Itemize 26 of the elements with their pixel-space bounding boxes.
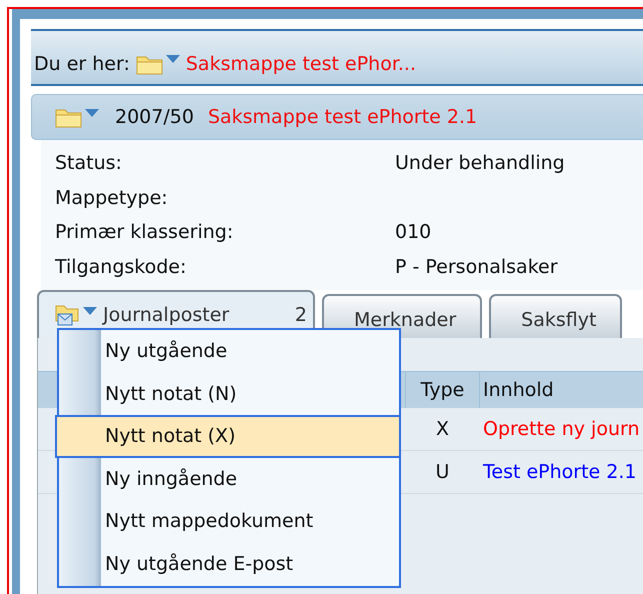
menu-item[interactable]: Ny inngående	[57, 458, 399, 500]
field-label: Primær klassering:	[55, 221, 234, 244]
count-label: 2	[294, 304, 307, 326]
caret-icon[interactable]	[85, 108, 99, 118]
table-cell: X	[436, 418, 450, 440]
menu-item[interactable]: Nytt mappedokument	[57, 500, 399, 542]
field-value: P - Personalsaker	[395, 256, 558, 278]
field-label: Status:	[55, 152, 123, 174]
caret-icon[interactable]	[166, 55, 180, 64]
menu-item[interactable]: Nytt notat (X)	[55, 415, 401, 458]
case-title: Saksmappe test ePhorte 2.1	[208, 106, 478, 128]
case-number: 2007/50	[115, 106, 194, 128]
breadcrumb-label: Du er her:	[34, 52, 130, 74]
folder-mail-icon	[55, 303, 81, 327]
field-label: Tilgangskode:	[55, 256, 188, 278]
tab[interactable]: Saksflyt	[489, 294, 622, 338]
menu-item[interactable]: Ny utgående E-post	[57, 542, 399, 585]
caret-icon[interactable]	[83, 306, 97, 316]
table-cell: U	[436, 461, 450, 483]
table-link[interactable]: Test ePhorte 2.1	[483, 461, 636, 483]
menu-item[interactable]: Nytt notat (N)	[57, 372, 399, 415]
column-header[interactable]: Innhold	[479, 372, 643, 408]
field-value: 010	[395, 221, 432, 244]
field-label: Mappetype:	[55, 186, 169, 209]
field-value: Under behandling	[395, 152, 565, 174]
column-header[interactable]: Type	[405, 372, 479, 408]
